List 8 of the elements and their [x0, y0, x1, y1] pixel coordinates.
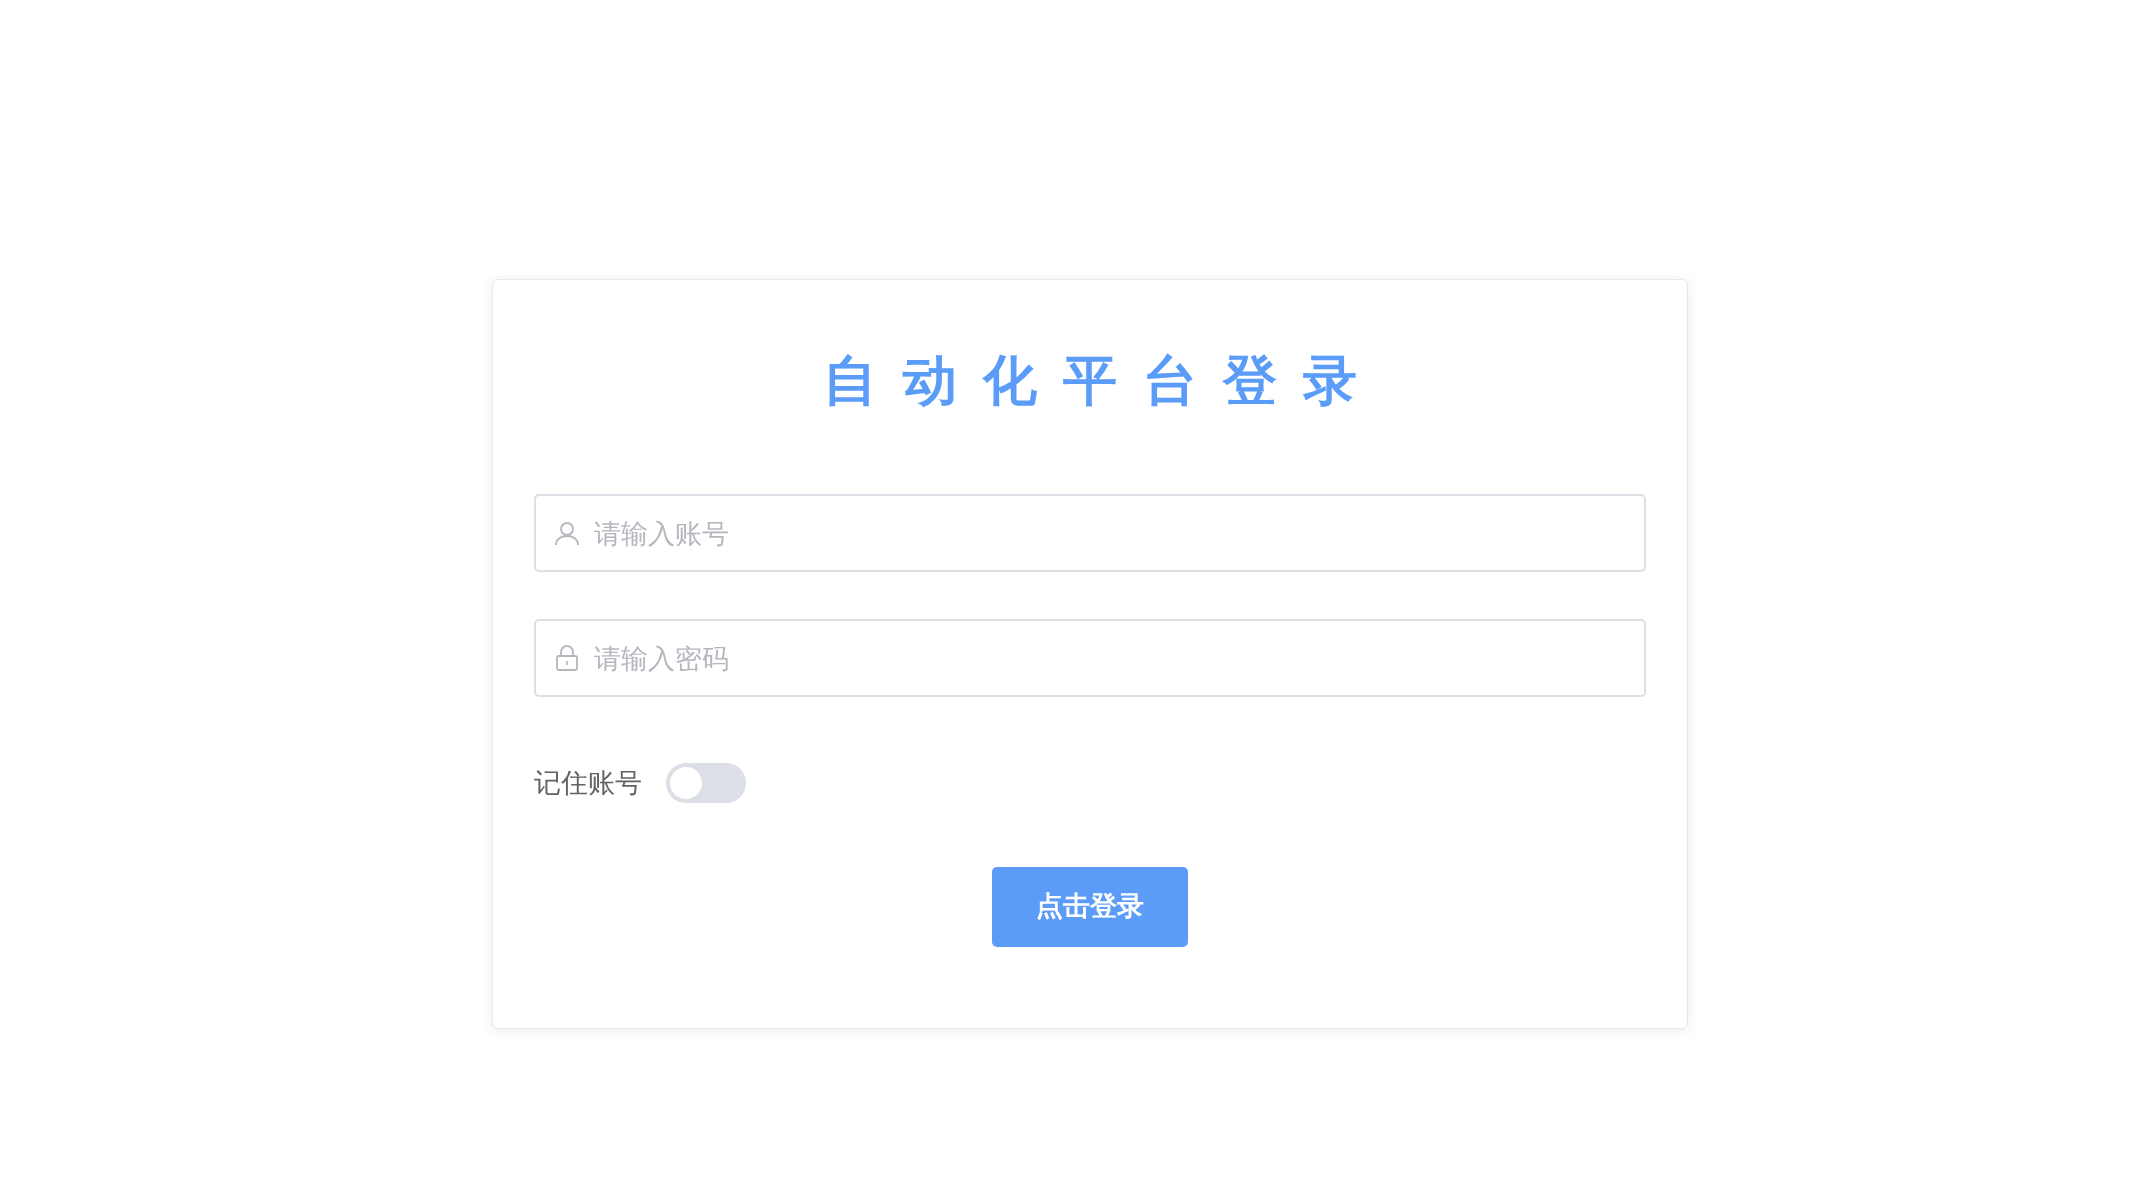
login-button[interactable]: 点击登录: [992, 866, 1188, 947]
password-field[interactable]: 请输入密码: [534, 619, 1646, 697]
account-field[interactable]: 请输入账号: [534, 494, 1646, 572]
remember-toggle[interactable]: [666, 763, 746, 804]
remember-label: 记住账号: [534, 766, 642, 800]
login-title: 自动化平台登录: [822, 348, 1384, 414]
user-icon: [554, 520, 580, 546]
lock-icon: [554, 645, 580, 671]
